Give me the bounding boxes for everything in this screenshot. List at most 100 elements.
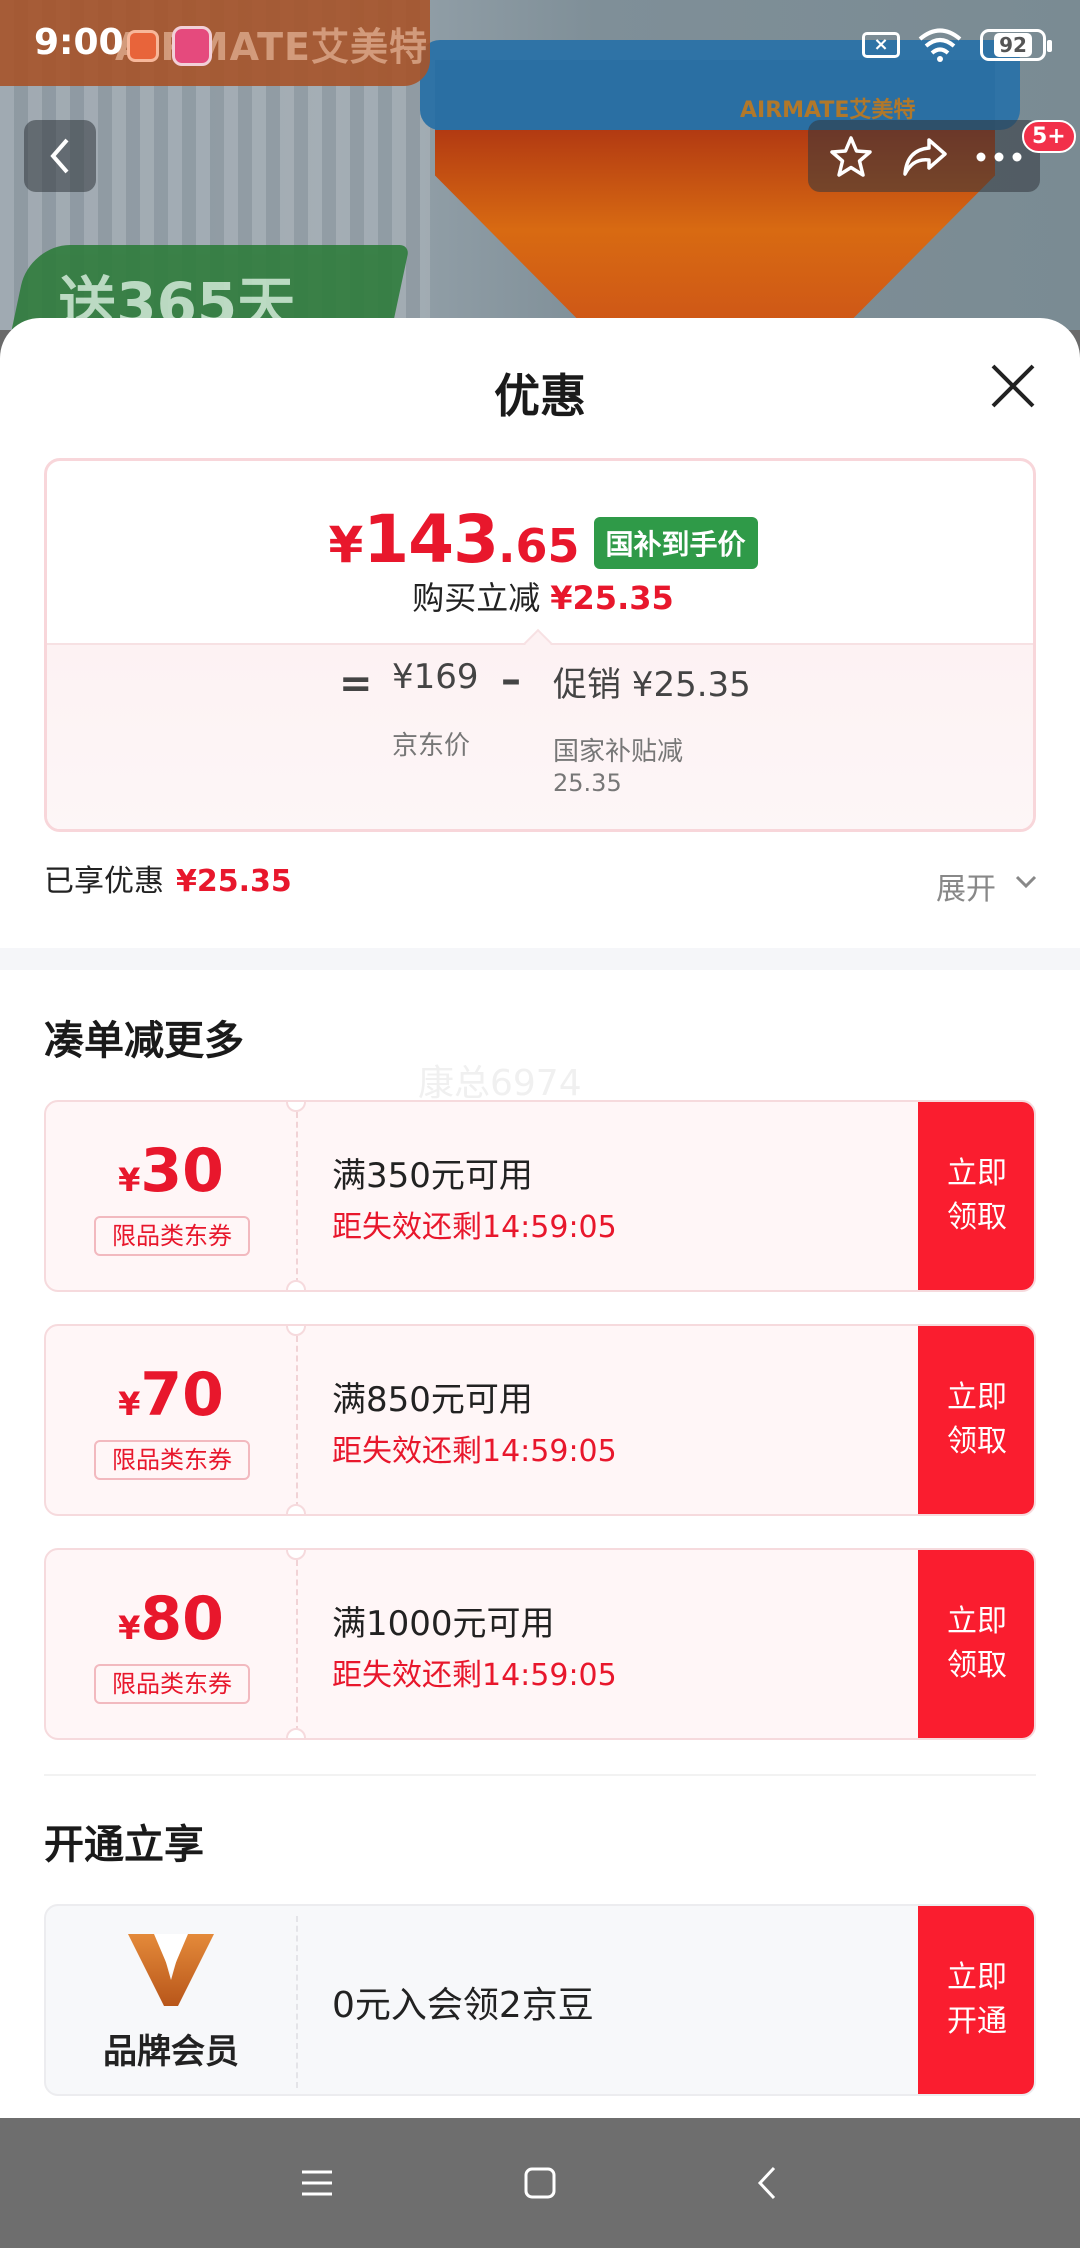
coupon-value: ¥70	[46, 1360, 296, 1430]
subsidy-label: 国家补贴减	[553, 737, 684, 767]
watermark: 康总6974	[418, 1063, 582, 1104]
coupon-expiry: 距失效还剩14:59:05	[332, 1210, 617, 1245]
sim-off-icon: ×	[862, 32, 900, 58]
membership-offer: 0元入会领2京豆	[332, 1985, 594, 2026]
coupon-notch	[286, 1280, 306, 1290]
coupon-expiry: 距失效还剩14:59:05	[332, 1658, 617, 1693]
app-notification-icon	[127, 30, 159, 62]
button-line: 立即	[947, 1380, 1007, 1415]
favorite-button[interactable]	[826, 132, 876, 182]
promo-discount: 促销 ¥25.35	[553, 665, 751, 705]
button-line: 立即	[947, 1604, 1007, 1639]
enjoyed-label: 已享优惠	[44, 864, 164, 899]
back-arrow-icon	[757, 2166, 776, 2200]
coupon-value-area: ¥30 限品类东券	[46, 1102, 296, 1290]
subsidy-amount: 25.35	[553, 769, 622, 797]
button-line: 立即	[947, 1156, 1007, 1191]
coupon-expiry: 距失效还剩14:59:05	[332, 1434, 617, 1469]
share-button[interactable]	[900, 132, 950, 182]
nav-back-button[interactable]	[742, 2158, 792, 2208]
price-decimal: .65	[498, 519, 580, 573]
menu-button[interactable]	[292, 2158, 342, 2208]
instant-reduction: 购买立减 ¥25.35	[47, 573, 1033, 619]
coupon-amount: 30	[140, 1136, 224, 1206]
coupon-amount: 80	[140, 1584, 224, 1654]
coupon-condition: 满350元可用	[332, 1156, 533, 1196]
section-divider	[0, 948, 1080, 970]
enjoyed-discount: 已享优惠 ¥25.35	[44, 856, 292, 900]
system-nav-bar	[0, 2118, 1080, 2248]
status-icons: × 92	[862, 28, 1052, 62]
more-icon	[976, 152, 1022, 162]
section-title-open: 开通立享	[44, 1822, 204, 1868]
star-icon	[830, 136, 872, 177]
more-button[interactable]	[974, 132, 1024, 182]
close-button[interactable]	[985, 358, 1041, 414]
app-notification-icon-2	[172, 26, 212, 66]
equals-sign: =	[339, 661, 373, 707]
share-icon	[903, 138, 947, 176]
expand-button[interactable]: 展开	[936, 864, 996, 908]
minus-sign: –	[501, 657, 521, 703]
coupon-card: ¥80 限品类东券 满1000元可用 距失效还剩14:59:05 立即领取	[44, 1548, 1036, 1740]
coupon-value-area: ¥70 限品类东券	[46, 1326, 296, 1514]
coupon-value: ¥30	[46, 1136, 296, 1206]
price-integer: 143	[363, 501, 499, 578]
coupon-type-tag: 限品类东券	[94, 1216, 250, 1256]
chevron-down-icon[interactable]	[1014, 874, 1038, 890]
jd-price-label: 京东价	[392, 731, 471, 761]
coupon-notch	[286, 1504, 306, 1514]
coupon-card: ¥70 限品类东券 满850元可用 距失效还剩14:59:05 立即领取	[44, 1324, 1036, 1516]
coupon-symbol: ¥	[118, 1609, 141, 1647]
open-membership-button[interactable]: 立即 开通	[918, 1906, 1034, 2094]
enjoyed-amount: ¥25.35	[176, 864, 292, 899]
divider-line	[44, 1774, 1036, 1776]
jd-price: ¥169	[392, 657, 479, 697]
menu-icon	[302, 2170, 332, 2196]
button-line: 立即	[947, 1960, 1007, 1995]
coupon-value: ¥80	[46, 1584, 296, 1654]
status-time: 9:00	[34, 22, 124, 63]
price-card: ¥ 143 .65 国补到手价 购买立减 ¥25.35 = ¥169 京东价 – …	[44, 458, 1036, 832]
button-line: 开通	[947, 2004, 1007, 2039]
coupon-amount: 70	[140, 1360, 224, 1430]
button-line: 领取	[947, 1648, 1007, 1683]
battery-icon: 92	[980, 29, 1052, 61]
coupon-card: ¥30 限品类东券 满350元可用 距失效还剩14:59:05 立即领取	[44, 1100, 1036, 1292]
sheet-title: 优惠	[494, 369, 586, 423]
coupon-type-tag: 限品类东券	[94, 1664, 250, 1704]
coupon-divider	[296, 1560, 298, 1732]
coupon-value-area: ¥80 限品类东券	[46, 1550, 296, 1738]
reduction-label: 购买立减	[412, 579, 541, 617]
button-line: 领取	[947, 1424, 1007, 1459]
status-bar: 9:00 × 92	[0, 0, 1080, 92]
coupon-symbol: ¥	[118, 1385, 141, 1423]
reduction-amount: ¥25.35	[550, 579, 674, 617]
home-button[interactable]	[515, 2158, 565, 2208]
section-title-more: 凑单减更多	[44, 1018, 244, 1064]
battery-level: 92	[994, 33, 1032, 57]
final-price: ¥ 143 .65 国补到手价	[47, 501, 1033, 578]
membership-card: 品牌会员 0元入会领2京豆 立即开通	[44, 1904, 1036, 2096]
coupon-condition: 满850元可用	[332, 1380, 533, 1420]
subsidy-price-tag: 国补到手价	[593, 517, 758, 569]
wifi-icon	[918, 28, 962, 62]
coupon-divider	[296, 1336, 298, 1508]
price-symbol: ¥	[328, 516, 364, 574]
membership-name: 品牌会员	[103, 2032, 239, 2072]
home-icon	[524, 2167, 556, 2199]
brand-member-logo-icon	[128, 1934, 214, 2006]
claim-coupon-button[interactable]: 立即 领取	[918, 1550, 1034, 1738]
close-icon	[991, 364, 1035, 408]
coupon-symbol: ¥	[118, 1161, 141, 1199]
discount-sheet: 优惠 ¥ 143 .65 国补到手价 购买立减 ¥25.35 = ¥169 京东价…	[0, 318, 1080, 2118]
header-actions	[808, 120, 1040, 192]
back-button[interactable]	[24, 120, 96, 192]
coupon-type-tag: 限品类东券	[94, 1440, 250, 1480]
coupon-condition: 满1000元可用	[332, 1604, 555, 1644]
claim-coupon-button[interactable]: 立即 领取	[918, 1102, 1034, 1290]
coupon-divider	[296, 1112, 298, 1284]
claim-coupon-button[interactable]: 立即 领取	[918, 1326, 1034, 1514]
button-line: 领取	[947, 1200, 1007, 1235]
membership-divider	[296, 1916, 298, 2088]
